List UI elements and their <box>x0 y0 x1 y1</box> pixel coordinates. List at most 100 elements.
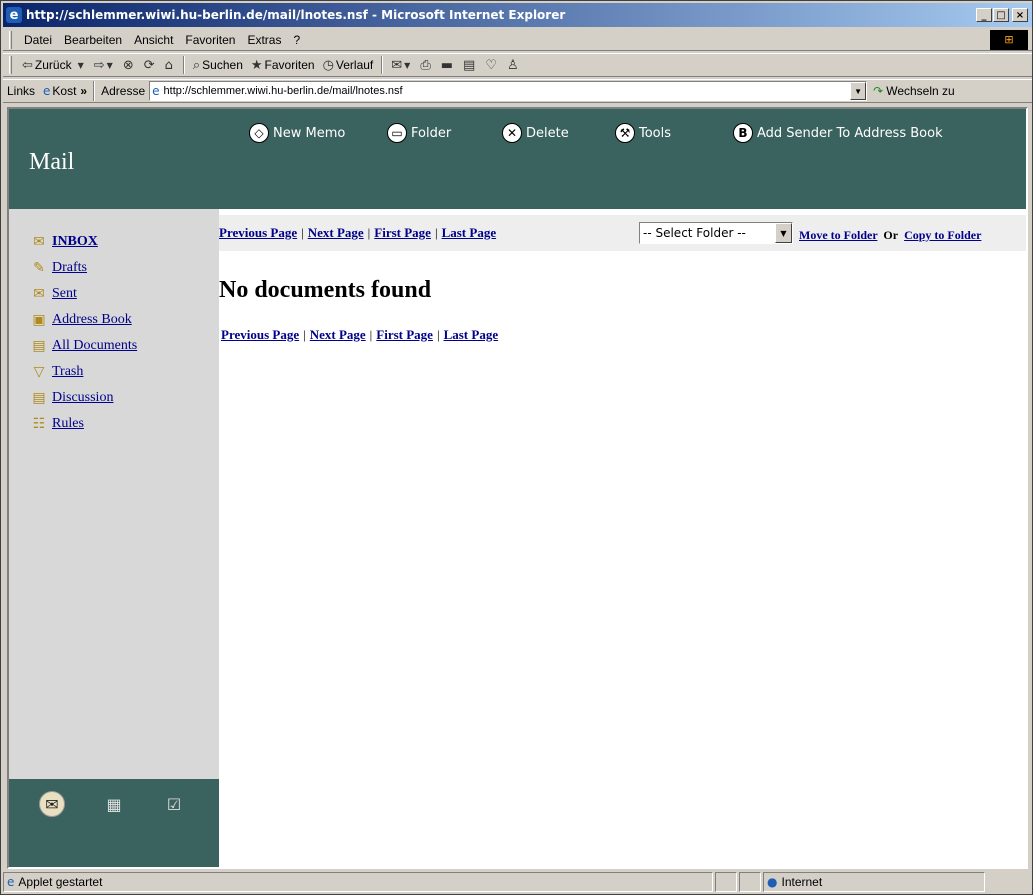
nav-item-label[interactable]: Discussion <box>52 390 113 406</box>
menu-datei[interactable]: Datei <box>18 33 58 47</box>
address-label: Adresse <box>101 84 146 98</box>
address-bar: Links e Kost » Adresse e http://schlemme… <box>3 79 1032 103</box>
or-label: Or <box>883 228 899 242</box>
last-page-link[interactable]: Last Page <box>444 327 499 343</box>
nav-item-discussion[interactable]: ▤ Discussion <box>29 385 137 411</box>
search-icon: ⌕ <box>192 57 201 73</box>
nav-item-drafts[interactable]: ✎ Drafts <box>29 255 137 281</box>
windows-logo-icon: ⊞ <box>990 29 1028 50</box>
back-label: Zurück <box>34 58 72 72</box>
browser-window: e http://schlemmer.wiwi.hu-berlin.de/mai… <box>0 0 1033 895</box>
rules-icon: ☷ <box>32 416 46 432</box>
discuss-button[interactable]: ▤ <box>459 54 481 76</box>
nav-item-address-book[interactable]: ▣ Address Book <box>29 307 137 333</box>
maximize-button[interactable]: □ <box>993 8 1009 22</box>
search-label: Suchen <box>202 58 243 72</box>
zone-label: Internet <box>781 875 823 889</box>
delete-button[interactable]: ✕ Delete <box>502 123 569 143</box>
add-sender-label: Add Sender To Address Book <box>757 125 943 141</box>
nav-item-all-documents[interactable]: ▤ All Documents <box>29 333 137 359</box>
folder-label: Folder <box>411 125 452 141</box>
calendar-app-icon[interactable]: ▦ <box>101 791 127 817</box>
nav-item-label[interactable]: Address Book <box>52 312 132 328</box>
pager-separator: | <box>436 327 440 342</box>
page-icon: e <box>7 875 15 889</box>
back-button[interactable]: ⇦ Zurück ▼ <box>18 54 90 76</box>
history-label: Verlauf <box>335 58 374 72</box>
copy-to-folder-link[interactable]: Copy to Folder <box>904 228 981 242</box>
links-button[interactable]: Links <box>3 84 39 98</box>
tools-button[interactable]: ⚒ Tools <box>615 123 671 143</box>
status-cell <box>739 872 761 892</box>
move-to-folder-link[interactable]: Move to Folder <box>799 228 877 242</box>
nav-item-label[interactable]: All Documents <box>52 338 137 354</box>
nav-item-label[interactable]: Rules <box>52 416 84 432</box>
pager-bar: Previous Page | Next Page | First Page |… <box>219 215 1026 251</box>
chevron-down-icon[interactable]: ▼ <box>775 223 792 243</box>
chevron-more-icon[interactable]: » <box>80 84 87 98</box>
contacts-button[interactable]: ♙ <box>503 54 525 76</box>
pager-separator: | <box>301 225 304 240</box>
history-button[interactable]: ◷ Verlauf <box>319 54 378 76</box>
menu-bearbeiten[interactable]: Bearbeiten <box>58 33 128 47</box>
todo-app-icon[interactable]: ☑ <box>161 791 187 817</box>
refresh-button[interactable]: ⟳ <box>140 54 161 76</box>
first-page-link[interactable]: First Page <box>374 225 431 241</box>
action-bar: ◇ New Memo ▭ Folder ✕ Delete ⚒ Tools B A… <box>219 109 1026 209</box>
edit-button[interactable]: ▬ <box>437 54 459 76</box>
chevron-down-icon[interactable]: ▼ <box>850 82 867 100</box>
favorites-button[interactable]: ★ Favoriten <box>247 54 319 76</box>
toolbar-grip[interactable] <box>9 30 12 49</box>
nav-item-label[interactable]: Drafts <box>52 260 87 276</box>
menu-extras[interactable]: Extras <box>241 33 287 47</box>
new-memo-button[interactable]: ◇ New Memo <box>249 123 345 143</box>
forward-button[interactable]: ⇨ ▼ <box>90 54 119 76</box>
folder-select[interactable]: -- Select Folder -- ▼ <box>639 222 793 244</box>
pager-bottom: Previous Page | Next Page | First Page |… <box>221 327 498 343</box>
nav-item-sent[interactable]: ✉ Sent <box>29 281 137 307</box>
minimize-button[interactable]: _ <box>976 8 992 22</box>
app-switcher: ✉ ▦ ☑ <box>9 779 219 867</box>
previous-page-link[interactable]: Previous Page <box>219 225 297 241</box>
chevron-down-icon[interactable]: ▼ <box>107 61 113 70</box>
mail-button[interactable]: ✉ ▼ <box>387 54 416 76</box>
pager-top: Previous Page | Next Page | First Page |… <box>219 225 496 241</box>
address-input[interactable]: e http://schlemmer.wiwi.hu-berlin.de/mai… <box>149 81 868 101</box>
menu-ansicht[interactable]: Ansicht <box>128 33 179 47</box>
delete-label: Delete <box>526 125 569 141</box>
search-button[interactable]: ⌕ Suchen <box>189 54 247 76</box>
home-button[interactable]: ⌂ <box>161 54 179 76</box>
nav-item-trash[interactable]: ▽ Trash <box>29 359 137 385</box>
previous-page-link[interactable]: Previous Page <box>221 327 299 343</box>
folder-button[interactable]: ▭ Folder <box>387 123 451 143</box>
resize-grip[interactable] <box>1014 872 1032 892</box>
standard-toolbar: ⇦ Zurück ▼ ⇨ ▼ ⊗ ⟳ ⌂ ⌕ Suchen ★ Favorite… <box>3 53 1032 77</box>
nav-item-rules[interactable]: ☷ Rules <box>29 411 137 437</box>
go-button[interactable]: ↷ Wechseln zu <box>873 84 955 98</box>
add-sender-button[interactable]: B Add Sender To Address Book <box>733 123 943 143</box>
nav-item-inbox[interactable]: ✉ INBOX <box>29 229 137 255</box>
stop-button[interactable]: ⊗ <box>119 54 140 76</box>
kost-link[interactable]: e Kost » <box>39 84 91 98</box>
next-page-link[interactable]: Next Page <box>308 225 364 241</box>
toolbar-grip[interactable] <box>9 56 12 74</box>
chevron-down-icon[interactable]: ▼ <box>78 61 84 70</box>
folder-nav: ✉ INBOX ✎ Drafts ✉ Sent ▣ Address Book ▤ <box>29 229 137 437</box>
folder-select-value: -- Select Folder -- <box>643 226 746 240</box>
next-page-link[interactable]: Next Page <box>310 327 366 343</box>
mail-app-icon[interactable]: ✉ <box>39 791 65 817</box>
discuss-icon: ▤ <box>463 57 476 73</box>
first-page-link[interactable]: First Page <box>376 327 433 343</box>
nav-item-label[interactable]: Sent <box>52 286 77 302</box>
kost-label: Kost <box>52 84 77 98</box>
chevron-down-icon[interactable]: ▼ <box>404 61 410 70</box>
close-button[interactable]: × <box>1012 8 1028 22</box>
nav-item-label[interactable]: INBOX <box>52 234 98 250</box>
last-page-link[interactable]: Last Page <box>442 225 497 241</box>
all-documents-icon: ▤ <box>32 338 46 354</box>
messenger-button[interactable]: ♡ <box>481 54 503 76</box>
nav-item-label[interactable]: Trash <box>52 364 83 380</box>
print-button[interactable]: ⎙ <box>416 54 436 76</box>
menu-favoriten[interactable]: Favoriten <box>179 33 241 47</box>
menu-help[interactable]: ? <box>287 33 306 47</box>
